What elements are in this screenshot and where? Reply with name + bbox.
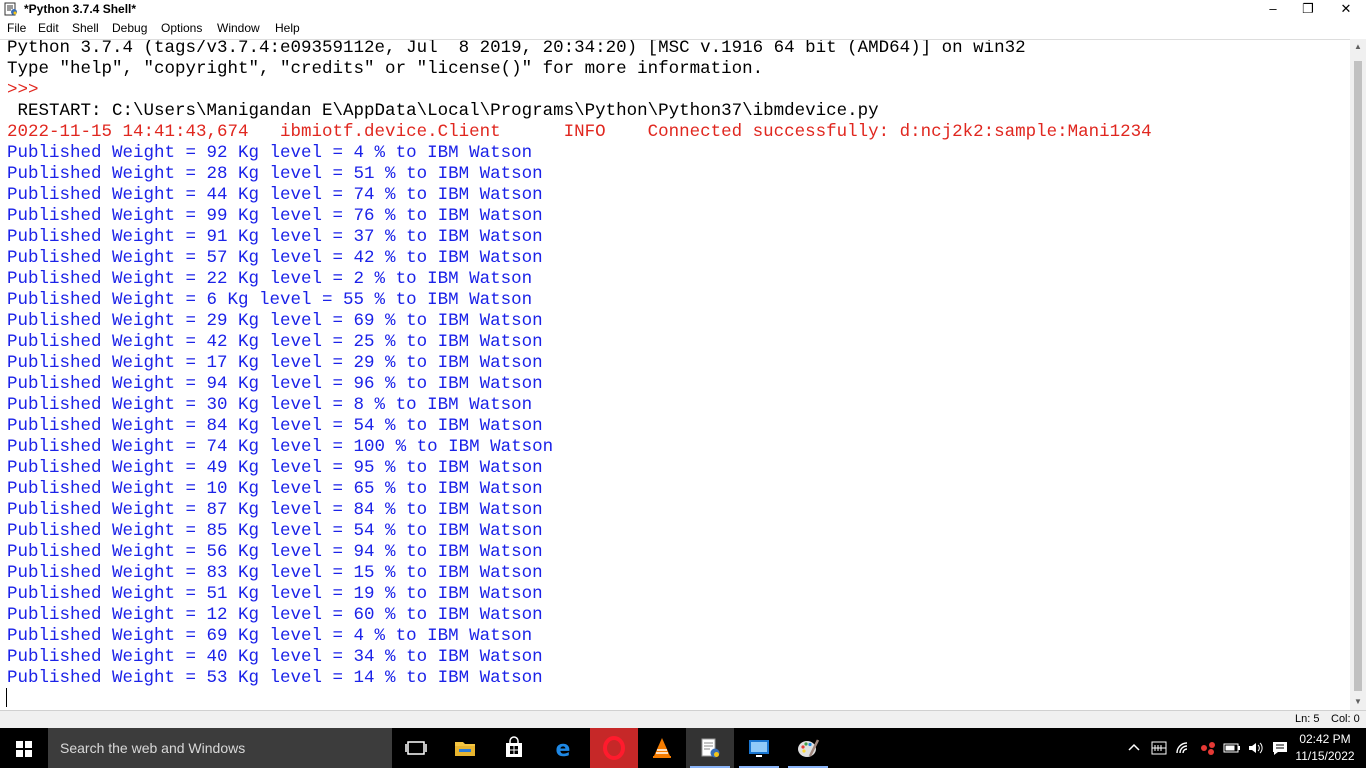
- status-line: Ln: 5: [1295, 713, 1320, 725]
- opera-button[interactable]: [590, 728, 638, 768]
- taskbar-search[interactable]: Search the web and Windows: [48, 728, 392, 768]
- keyboard-icon: [1151, 741, 1167, 755]
- output-line: Published Weight = 94 Kg level = 96 % to…: [7, 374, 543, 394]
- shell-line: 2022-11-15 14:41:43,674 ibmiotf.device.C…: [7, 122, 1152, 142]
- start-button[interactable]: [0, 728, 48, 768]
- output-line: Published Weight = 28 Kg level = 51 % to…: [7, 164, 543, 184]
- network-alert-icon: [1201, 742, 1215, 755]
- output-line: Published Weight = 42 Kg level = 25 % to…: [7, 332, 543, 352]
- windows-logo-icon: [16, 741, 23, 748]
- menu-shell[interactable]: Shell: [72, 21, 99, 35]
- output-line: Published Weight = 44 Kg level = 74 % to…: [7, 185, 543, 205]
- vertical-scrollbar[interactable]: ▲ ▼: [1350, 39, 1366, 710]
- vlc-button[interactable]: [638, 728, 686, 768]
- menu-options[interactable]: Options: [161, 21, 202, 35]
- paint-button[interactable]: [784, 728, 832, 768]
- battery-icon: [1223, 743, 1240, 753]
- window-title: *Python 3.7.4 Shell*: [24, 2, 137, 16]
- output-line: Published Weight = 87 Kg level = 84 % to…: [7, 500, 543, 520]
- paint-icon: [798, 739, 820, 757]
- output-line: Published Weight = 69 Kg level = 4 % to …: [7, 626, 533, 646]
- title-bar[interactable]: *Python 3.7.4 Shell* – ❐ ✕: [0, 0, 1366, 20]
- store-button[interactable]: [490, 728, 538, 768]
- tray-keyboard[interactable]: [1150, 728, 1168, 768]
- file-explorer-icon: [455, 742, 475, 756]
- chevron-up-icon: [1128, 743, 1140, 751]
- output-line: Published Weight = 57 Kg level = 42 % to…: [7, 248, 543, 268]
- volume-icon: [1249, 742, 1263, 754]
- output-line: Published Weight = 74 Kg level = 100 % t…: [7, 437, 554, 457]
- vlc-icon: [653, 738, 671, 758]
- output-line: Published Weight = 85 Kg level = 54 % to…: [7, 521, 543, 541]
- python-idle-icon: [4, 2, 17, 16]
- task-view-button[interactable]: [392, 728, 440, 768]
- tray-volume[interactable]: [1246, 728, 1266, 768]
- scroll-up-icon[interactable]: ▲: [1350, 39, 1366, 55]
- maximize-button[interactable]: ❐: [1290, 0, 1326, 20]
- scroll-down-icon[interactable]: ▼: [1350, 694, 1366, 710]
- edge-button[interactable]: e: [539, 728, 587, 768]
- file-explorer-button[interactable]: [441, 728, 489, 768]
- tray-battery[interactable]: [1222, 728, 1242, 768]
- search-placeholder: Search the web and Windows: [60, 740, 246, 756]
- shell-text-area[interactable]: Python 3.7.4 (tags/v3.7.4:e09359112e, Ju…: [0, 39, 1350, 711]
- output-line: Published Weight = 91 Kg level = 37 % to…: [7, 227, 543, 247]
- menu-file[interactable]: File: [7, 21, 26, 35]
- output-line: Published Weight = 12 Kg level = 60 % to…: [7, 605, 543, 625]
- taskbar-clock[interactable]: 02:42 PM 11/15/2022: [1294, 731, 1356, 765]
- scrollbar-thumb[interactable]: [1354, 61, 1362, 691]
- output-line: Published Weight = 40 Kg level = 34 % to…: [7, 647, 543, 667]
- menu-window[interactable]: Window: [217, 21, 260, 35]
- shell-prompt: >>>: [7, 80, 50, 100]
- output-line: Published Weight = 53 Kg level = 14 % to…: [7, 668, 543, 688]
- opera-icon: [603, 736, 625, 760]
- clock-time: 02:42 PM: [1299, 732, 1351, 746]
- svg-text:e: e: [556, 737, 571, 760]
- minimize-button[interactable]: –: [1255, 0, 1291, 20]
- output-line: Published Weight = 92 Kg level = 4 % to …: [7, 143, 533, 163]
- tray-overflow[interactable]: [1126, 728, 1142, 768]
- menu-bar: File Edit Shell Debug Options Window Hel…: [0, 20, 1366, 39]
- remote-desktop-button[interactable]: [735, 728, 783, 768]
- output-line: Published Weight = 17 Kg level = 29 % to…: [7, 353, 543, 373]
- output-line: Published Weight = 29 Kg level = 69 % to…: [7, 311, 543, 331]
- shell-output: Python 3.7.4 (tags/v3.7.4:e09359112e, Ju…: [7, 39, 1152, 689]
- output-line: Published Weight = 83 Kg level = 15 % to…: [7, 563, 543, 583]
- store-icon: [506, 736, 522, 757]
- wifi-icon: [1176, 742, 1188, 754]
- menu-help[interactable]: Help: [275, 21, 300, 35]
- output-line: Published Weight = 49 Kg level = 95 % to…: [7, 458, 543, 478]
- output-line: Published Weight = 6 Kg level = 55 % to …: [7, 290, 533, 310]
- tray-network[interactable]: [1198, 728, 1218, 768]
- clock-date: 11/15/2022: [1295, 749, 1355, 763]
- output-line: Published Weight = 51 Kg level = 19 % to…: [7, 584, 543, 604]
- shell-line: Python 3.7.4 (tags/v3.7.4:e09359112e, Ju…: [7, 39, 1026, 58]
- tray-notifications[interactable]: [1270, 728, 1290, 768]
- output-line: Published Weight = 56 Kg level = 94 % to…: [7, 542, 543, 562]
- output-line: Published Weight = 22 Kg level = 2 % to …: [7, 269, 533, 289]
- menu-edit[interactable]: Edit: [38, 21, 59, 35]
- status-col: Col: 0: [1331, 713, 1360, 725]
- output-line: Published Weight = 10 Kg level = 65 % to…: [7, 479, 543, 499]
- task-view-icon: [405, 741, 427, 755]
- taskbar: Search the web and Windows e 02:42 PM 11…: [0, 728, 1366, 768]
- remote-desktop-icon: [749, 740, 769, 757]
- close-button[interactable]: ✕: [1328, 0, 1364, 20]
- output-line: Published Weight = 30 Kg level = 8 % to …: [7, 395, 533, 415]
- shell-line: Type "help", "copyright", "credits" or "…: [7, 59, 764, 79]
- python-idle-button[interactable]: [686, 728, 734, 768]
- python-idle-icon: [701, 738, 720, 758]
- menu-debug[interactable]: Debug: [112, 21, 147, 35]
- edge-icon: e: [556, 737, 571, 760]
- shell-line: RESTART: C:\Users\Manigandan E\AppData\L…: [7, 101, 879, 121]
- output-line: Published Weight = 99 Kg level = 76 % to…: [7, 206, 543, 226]
- output-line: Published Weight = 84 Kg level = 54 % to…: [7, 416, 543, 436]
- status-bar: Ln: 5 Col: 0: [0, 711, 1366, 728]
- text-cursor: [6, 688, 7, 707]
- tray-wifi[interactable]: [1174, 728, 1192, 768]
- notification-icon: [1273, 742, 1287, 755]
